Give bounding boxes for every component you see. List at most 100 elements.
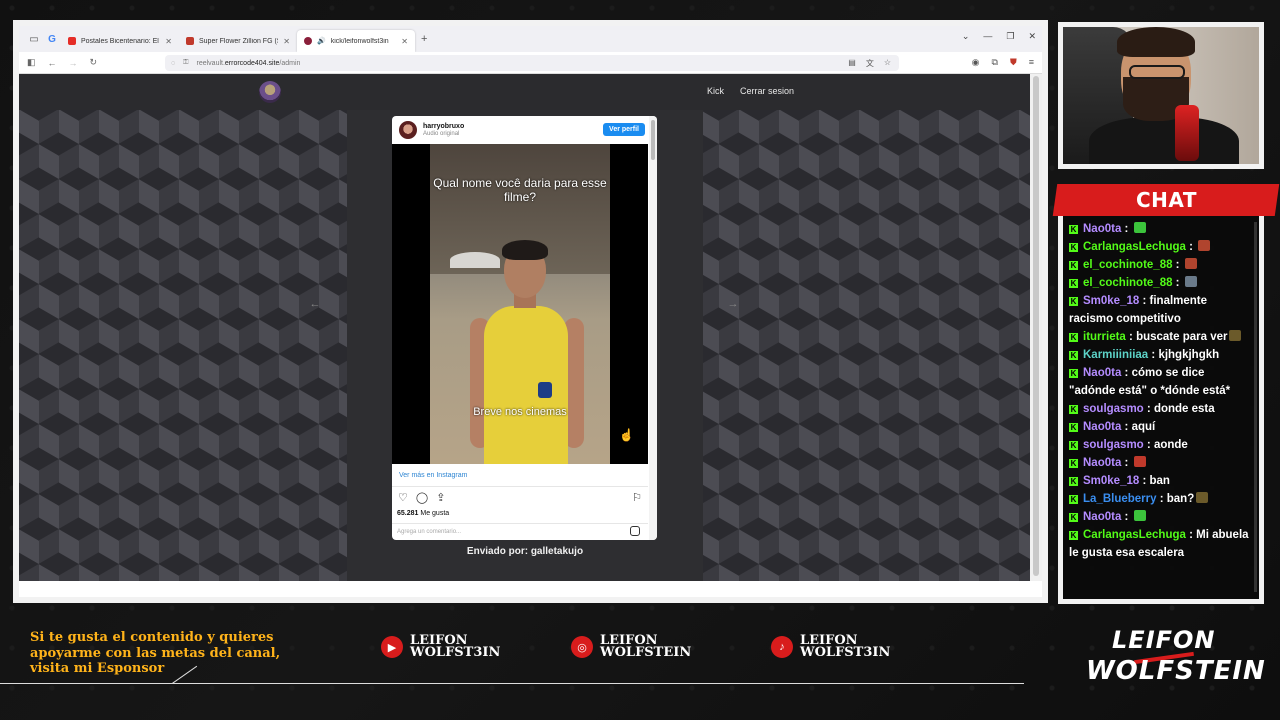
url-text: reelvault.errorcode404.site/admin bbox=[196, 59, 301, 67]
tracking-shield-icon[interactable]: ◌ bbox=[171, 60, 175, 67]
tab-postales[interactable]: Postales Bicentenario: El psicop ✕ bbox=[61, 30, 179, 52]
kick-badge-icon: K bbox=[1069, 225, 1078, 234]
minimize-icon[interactable]: — bbox=[983, 31, 992, 42]
sidebar-icon[interactable]: ◧ bbox=[27, 57, 36, 68]
new-tab-button[interactable]: + bbox=[421, 33, 427, 45]
close-window-icon[interactable]: ✕ bbox=[1028, 31, 1036, 42]
view-more-link[interactable]: Ver más en Instagram bbox=[399, 472, 467, 479]
bookmark-star-icon[interactable]: ☆ bbox=[884, 58, 891, 69]
close-tab-icon[interactable]: ✕ bbox=[401, 37, 408, 46]
video-person bbox=[470, 234, 584, 464]
chat-username[interactable]: La_Blueberry bbox=[1083, 493, 1157, 505]
view-profile-button[interactable]: Ver perfil bbox=[603, 123, 645, 136]
chat-username[interactable]: Nao0ta bbox=[1083, 511, 1121, 523]
chat-separator: : bbox=[1139, 475, 1150, 487]
embed-username[interactable]: harryobruxo bbox=[423, 123, 464, 131]
chat-separator: : bbox=[1185, 241, 1197, 253]
embed-audio-label[interactable]: Audio original bbox=[423, 131, 464, 137]
social-instagram: ◎ LEIFON WOLFSTEIN bbox=[571, 633, 692, 660]
social-handle: LEIFON WOLFST3IN bbox=[410, 633, 501, 660]
reader-view-icon[interactable]: ▤ bbox=[848, 58, 856, 69]
bookmark-icon[interactable]: ⚐ bbox=[632, 491, 642, 507]
chat-username[interactable]: Nao0ta bbox=[1083, 457, 1121, 469]
reload-icon[interactable]: ↻ bbox=[90, 57, 98, 68]
chat-username[interactable]: Sm0ke_18 bbox=[1083, 295, 1139, 307]
embed-video[interactable]: Qual nome você daria para esse filme? Br… bbox=[392, 144, 648, 464]
chat-messages[interactable]: K Nao0ta : K CarlangasLechuga : Kel_cochin… bbox=[1069, 220, 1253, 594]
chat-emote-icon bbox=[1133, 222, 1146, 233]
chat-username[interactable]: Nao0ta bbox=[1083, 367, 1121, 379]
tab-kick[interactable]: 🔊 kick/leifonwolfst3in ✕ bbox=[297, 30, 415, 52]
lock-icon[interactable]: ⚿ bbox=[183, 59, 188, 67]
site-logo[interactable] bbox=[259, 81, 281, 103]
window-controls: ⌄ — ❐ ✕ bbox=[962, 31, 1036, 42]
comment-input[interactable]: Agrega un comentario... bbox=[397, 529, 461, 535]
video-yellow-shirt bbox=[484, 306, 568, 464]
chat-username[interactable]: Karmiiiniiaa bbox=[1083, 349, 1148, 361]
instagram-icon[interactable] bbox=[630, 526, 640, 536]
chat-text: donde esta bbox=[1153, 403, 1215, 415]
kick-badge-icon: K bbox=[1069, 477, 1078, 486]
chat-text: aquí bbox=[1131, 421, 1156, 433]
tab-title: Postales Bicentenario: El psicop bbox=[81, 37, 160, 45]
chat-separator: : bbox=[1125, 331, 1137, 343]
prev-arrow-icon[interactable]: ← bbox=[305, 296, 325, 312]
share-icon[interactable]: ⇪ bbox=[436, 491, 445, 507]
heart-icon[interactable]: ♡ bbox=[398, 491, 408, 507]
chat-text: ban bbox=[1149, 475, 1170, 487]
embed-scrollbar[interactable] bbox=[649, 116, 657, 540]
chat-username[interactable]: CarlangasLechuga bbox=[1083, 241, 1186, 253]
address-bar[interactable]: ◌ ⚿ reelvault.errorcode404.site/admin ▤ … bbox=[165, 55, 899, 71]
chat-username[interactable]: CarlangasLechuga bbox=[1083, 529, 1186, 541]
google-icon[interactable]: G bbox=[43, 30, 61, 48]
translate-icon[interactable]: 文 bbox=[866, 58, 874, 69]
social-handle: LEIFON WOLFSTEIN bbox=[600, 633, 692, 660]
avatar[interactable] bbox=[399, 121, 417, 139]
chat-username[interactable]: Nao0ta bbox=[1083, 223, 1121, 235]
webcam-glasses bbox=[1129, 65, 1185, 79]
chat-username[interactable]: el_cochinote_88 bbox=[1083, 259, 1172, 271]
close-tab-icon[interactable]: ✕ bbox=[283, 37, 290, 46]
extensions-icon[interactable]: ⧉ bbox=[992, 57, 998, 68]
maximize-icon[interactable]: ❐ bbox=[1006, 31, 1014, 42]
menu-icon[interactable]: ≡ bbox=[1029, 57, 1034, 68]
chat-message: K Karmiiiniiaa : kjhgkjhgkh bbox=[1069, 346, 1253, 364]
nav-link-logout[interactable]: Cerrar sesion bbox=[740, 86, 794, 96]
chat-separator: : bbox=[1156, 493, 1167, 505]
chat-separator: : bbox=[1143, 403, 1154, 415]
close-tab-icon[interactable]: ✕ bbox=[165, 37, 172, 46]
video-caption-top: Qual nome você daria para esse filme? bbox=[433, 176, 607, 204]
chat-username[interactable]: iturrieta bbox=[1083, 331, 1126, 343]
back-icon[interactable]: ← bbox=[48, 58, 57, 68]
webcam-hair bbox=[1117, 27, 1195, 57]
chat-username[interactable]: Nao0ta bbox=[1083, 421, 1121, 433]
chat-username[interactable]: soulgasmo bbox=[1083, 403, 1144, 415]
forward-icon[interactable]: → bbox=[69, 58, 78, 68]
video-shirt-crest bbox=[538, 382, 552, 398]
page-scrollbar[interactable] bbox=[1030, 74, 1042, 581]
chat-emote-icon bbox=[1133, 456, 1146, 467]
tab-super-flower[interactable]: Super Flower Zillion FG (SF-12 ✕ bbox=[179, 30, 297, 52]
account-icon[interactable]: ◉ bbox=[972, 57, 980, 68]
tab-list-icon[interactable]: ▭ bbox=[25, 30, 43, 48]
microphone-icon bbox=[1175, 105, 1199, 161]
adblock-icon[interactable]: ⛊ bbox=[1010, 57, 1017, 68]
chat-message: K Nao0ta : cómo se dice "adónde está" o *… bbox=[1069, 364, 1253, 400]
nav-link-kick[interactable]: Kick bbox=[707, 86, 724, 96]
sender-label: Enviado por: galletakujo bbox=[466, 546, 584, 557]
tab-overflow-icon[interactable]: ⌄ bbox=[962, 31, 970, 42]
chat-username[interactable]: soulgasmo bbox=[1083, 439, 1144, 451]
comment-icon[interactable]: ◯ bbox=[416, 491, 428, 507]
chat-text: aonde bbox=[1153, 439, 1188, 451]
chat-username[interactable]: el_cochinote_88 bbox=[1083, 277, 1172, 289]
chat-scrollbar[interactable] bbox=[1254, 222, 1257, 592]
promo-line: visita mi Esponsor bbox=[30, 661, 165, 676]
mouse-cursor-icon: ☝ bbox=[619, 428, 634, 442]
social-youtube: ▶ LEIFON WOLFST3IN bbox=[381, 633, 501, 660]
kick-badge-icon: K bbox=[1069, 243, 1078, 252]
chat-message: Ksoulgasmo : aonde bbox=[1069, 436, 1253, 454]
speaker-icon[interactable]: 🔊 bbox=[317, 37, 326, 45]
promo-line: Si te gusta el contenido y quieres bbox=[30, 630, 274, 645]
next-arrow-icon[interactable]: → bbox=[723, 296, 743, 312]
chat-username[interactable]: Sm0ke_18 bbox=[1083, 475, 1139, 487]
